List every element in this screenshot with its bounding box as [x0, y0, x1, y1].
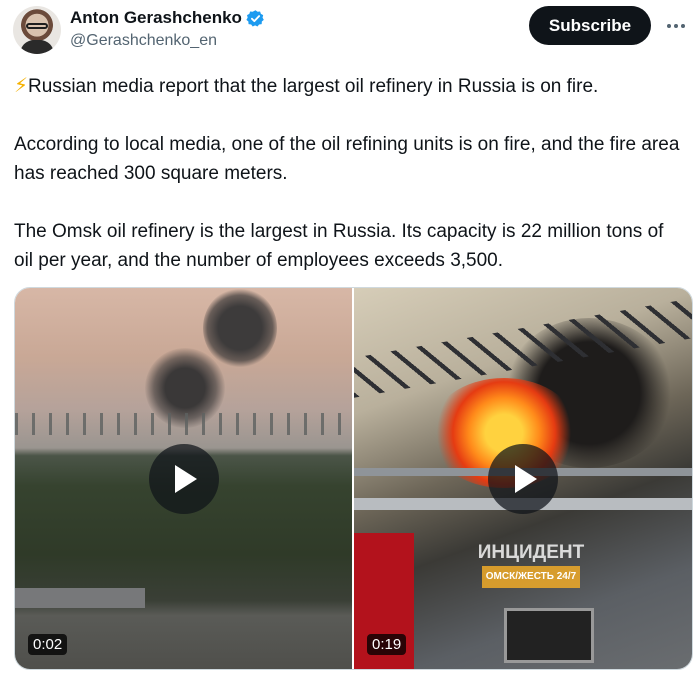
rooftop: [15, 588, 145, 608]
dot: [674, 24, 678, 28]
video-watermark: ИНЦИДЕНТ ОМСК/ЖЕСТЬ 24/7: [466, 543, 596, 588]
name-row: Anton Gerashchenko: [70, 8, 265, 28]
media-grid: 0:02 ИНЦИДЕНТ ОМСК/ЖЕСТЬ 24/7 0:19: [14, 287, 693, 670]
dot: [681, 24, 685, 28]
smoke-plume: [203, 288, 277, 368]
play-icon: [175, 464, 197, 493]
play-icon: [514, 464, 537, 493]
play-button[interactable]: [148, 443, 219, 514]
video-thumbnail-refinery-fire[interactable]: ИНЦИДЕНТ ОМСК/ЖЕСТЬ 24/7 0:19: [354, 288, 692, 669]
tweet-text: ⚡Russian media report that the largest o…: [14, 72, 686, 275]
tweet-paragraph-text: Russian media report that the largest oi…: [28, 76, 599, 97]
tweet-paragraph: ⚡Russian media report that the largest o…: [14, 72, 686, 101]
watermark-subtitle: ОМСК/ЖЕСТЬ 24/7: [481, 566, 581, 588]
video-duration: 0:19: [367, 634, 407, 655]
avatar-glasses: [26, 23, 48, 29]
author-block: Anton Gerashchenko @Gerashchenko_en: [70, 8, 265, 50]
play-button[interactable]: [488, 443, 558, 514]
industrial-skyline: [15, 413, 352, 435]
verified-badge-icon[interactable]: [246, 9, 265, 28]
avatar[interactable]: [13, 6, 61, 54]
tweet-paragraph: The Omsk oil refinery is the largest in …: [14, 221, 664, 271]
watermark-title: ИНЦИДЕНТ: [477, 542, 585, 563]
tweet-paragraph: According to local media, one of the oil…: [14, 134, 680, 184]
lightning-bolt-icon: ⚡: [14, 75, 29, 97]
tweet-header: Anton Gerashchenko @Gerashchenko_en Subs…: [13, 6, 689, 58]
video-thumbnail-refinery-smoke[interactable]: 0:02: [15, 288, 352, 669]
video-duration: 0:02: [28, 634, 68, 655]
more-horizontal-icon[interactable]: [663, 16, 689, 36]
avatar-shirt: [20, 40, 54, 54]
author-handle[interactable]: @Gerashchenko_en: [70, 32, 265, 50]
author-name[interactable]: Anton Gerashchenko: [70, 8, 242, 28]
subscribe-button[interactable]: Subscribe: [529, 6, 651, 45]
laptop: [504, 608, 594, 663]
dot: [667, 24, 671, 28]
